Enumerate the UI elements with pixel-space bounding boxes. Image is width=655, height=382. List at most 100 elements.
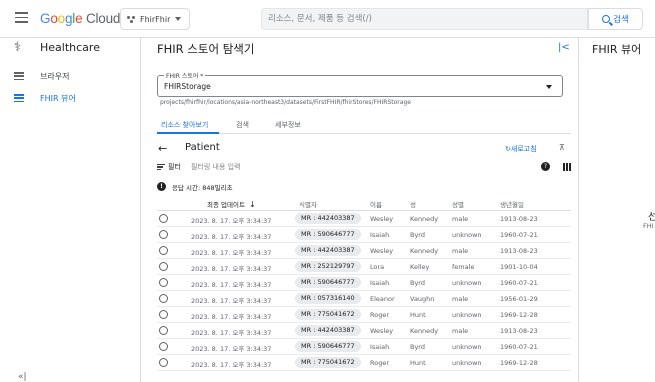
cell-birth-date: 1960-07-21 (500, 343, 538, 351)
fhir-viewer-panel: FHIR 뷰어 선 FHI (578, 38, 655, 382)
cell-last-name: Kelley (410, 263, 430, 271)
cell-last-updated: 2023. 8. 17. 오후 3:34:37 (191, 345, 272, 353)
cell-first-name: Wesley (370, 215, 394, 223)
row-radio[interactable] (159, 358, 168, 367)
row-radio[interactable] (159, 230, 168, 239)
cell-gender: unknown (452, 359, 482, 367)
search-button-label: 검색 (613, 15, 629, 25)
tab-indicator (157, 132, 219, 134)
row-radio[interactable] (159, 262, 168, 271)
cell-birth-date: 1969-12-28 (500, 311, 538, 319)
cell-gender: unknown (452, 343, 482, 351)
pin-icon[interactable]: ⊼ (559, 143, 565, 152)
nav-item-browser[interactable]: 브라우저 (0, 70, 141, 86)
cell-first-name: Isaiah (370, 231, 390, 239)
fhir-store-select[interactable]: FHIR 스토어 * FHIRStorage (157, 71, 563, 97)
tab-search[interactable]: 검색 (236, 120, 249, 130)
filter-icon (157, 164, 165, 170)
viewer-select-text: 선 (648, 212, 655, 223)
cell-birth-date: 1901-10-04 (500, 263, 538, 271)
cell-last-updated: 2023. 8. 17. 오후 3:34:37 (191, 265, 272, 273)
cell-last-name: Byrd (410, 279, 425, 287)
row-radio[interactable] (159, 310, 168, 319)
table-row[interactable]: 2023. 8. 17. 오후 3:34:37 MR : 057316140 Ele… (157, 291, 571, 307)
cell-last-name: Kennedy (410, 327, 439, 335)
project-selector[interactable]: FhirFhir (120, 8, 190, 30)
cell-birth-date: 1913-08-23 (500, 327, 538, 335)
cell-last-name: Byrd (410, 231, 425, 239)
fhir-store-label: FHIR 스토어 * (164, 71, 206, 80)
nav-item-fhir-viewer[interactable]: FHIR 뷰어 (0, 92, 141, 108)
cell-first-name: Roger (370, 311, 389, 319)
cell-birth-date: 1913-08-23 (500, 247, 538, 255)
cell-gender: male (452, 247, 469, 255)
nav-title: Healthcare (40, 41, 100, 54)
tab-details[interactable]: 세부정보 (275, 120, 301, 130)
cell-last-name: Kennedy (410, 215, 439, 223)
cell-first-name: Roger (370, 359, 389, 367)
table-row[interactable]: 2023. 8. 17. 오후 3:34:37 MR : 590646777 Isa… (157, 339, 571, 355)
search-input[interactable]: 리소스, 문서, 제품 등 검색(/) (261, 8, 588, 30)
row-radio[interactable] (159, 246, 168, 255)
cell-birth-date: 1960-07-21 (500, 279, 538, 287)
table-row[interactable]: 2023. 8. 17. 오후 3:34:37 MR : 252129797 Lor… (157, 259, 571, 275)
cell-identifier: MR : 442403387 (295, 213, 361, 224)
refresh-button[interactable]: ↻새로고침 (505, 144, 537, 154)
cell-first-name: Eleanor (370, 295, 395, 303)
row-radio[interactable] (159, 326, 168, 335)
col-identifier[interactable]: 식별자 (299, 199, 317, 209)
table-row[interactable]: 2023. 8. 17. 오후 3:34:37 MR : 775041672 Rog… (157, 355, 571, 371)
cell-identifier: MR : 590646777 (295, 229, 361, 240)
search-button[interactable]: 검색 (588, 8, 643, 30)
viewer-title: FHIR 뷰어 (592, 43, 642, 56)
col-last-name[interactable]: 성 (410, 199, 416, 209)
refresh-label: 새로고침 (510, 145, 537, 153)
tab-browse-resources[interactable]: 리소스 찾아보기 (161, 120, 208, 130)
table-row[interactable]: 2023. 8. 17. 오후 3:34:37 MR : 590646777 Isa… (157, 227, 571, 243)
collapse-nav-button[interactable]: «| (18, 372, 27, 382)
left-nav: ⚕ Healthcare 브라우저 FHIR 뷰어 «| (0, 38, 141, 382)
cell-birth-date: 1960-07-21 (500, 231, 538, 239)
table-row[interactable]: 2023. 8. 17. 오후 3:34:37 MR : 775041672 Rog… (157, 307, 571, 323)
col-birth-date[interactable]: 생년월일 (500, 199, 524, 209)
cell-last-updated: 2023. 8. 17. 오후 3:34:37 (191, 281, 272, 289)
tab-bar: 리소스 찾아보기 검색 세부정보 (157, 114, 571, 134)
cell-gender: female (452, 263, 475, 271)
cell-gender: unknown (452, 311, 482, 319)
row-radio[interactable] (159, 278, 168, 287)
table-row[interactable]: 2023. 8. 17. 오후 3:34:37 MR : 442403387 Wes… (157, 323, 571, 339)
menu-icon[interactable] (15, 12, 28, 23)
cell-first-name: Wesley (370, 327, 394, 335)
cell-last-updated: 2023. 8. 17. 오후 3:34:37 (191, 329, 272, 337)
back-arrow-icon[interactable]: ← (158, 142, 167, 155)
google-cloud-logo[interactable]: Google Cloud (40, 11, 120, 26)
search-icon (602, 15, 611, 23)
filter-input[interactable]: 필터링 내용 입력 (191, 162, 241, 172)
cell-last-updated: 2023. 8. 17. 오후 3:34:37 (191, 217, 272, 225)
row-radio[interactable] (159, 214, 168, 223)
cell-first-name: Wesley (370, 247, 394, 255)
table-row[interactable]: 2023. 8. 17. 오후 3:34:37 MR : 590646777 Isa… (157, 275, 571, 291)
nav-item-label: FHIR 뷰어 (40, 94, 76, 103)
resource-table: 최종 업데이트 ↓ 식별자 이름 성 성별 생년월일 2023. 8. 17. 오… (157, 195, 571, 371)
cell-identifier: MR : 775041672 (295, 357, 361, 368)
cell-last-updated: 2023. 8. 17. 오후 3:34:37 (191, 361, 272, 369)
table-row[interactable]: 2023. 8. 17. 오후 3:34:37 MR : 442403387 Wes… (157, 211, 571, 227)
cell-gender: unknown (452, 231, 482, 239)
cell-birth-date: 1969-12-28 (500, 359, 538, 367)
table-row[interactable]: 2023. 8. 17. 오후 3:34:37 MR : 442403387 Wes… (157, 243, 571, 259)
col-last-updated[interactable]: 최종 업데이트 ↓ (207, 199, 256, 209)
cell-last-name: Byrd (410, 343, 425, 351)
row-radio[interactable] (159, 294, 168, 303)
columns-icon[interactable] (563, 163, 571, 171)
row-radio[interactable] (159, 342, 168, 351)
table-body: 2023. 8. 17. 오후 3:34:37 MR : 442403387 Wes… (157, 211, 571, 371)
cell-birth-date: 1913-08-23 (500, 215, 538, 223)
collapse-icon[interactable]: |< (558, 42, 570, 53)
col-gender[interactable]: 성별 (452, 199, 464, 209)
viewer-sub-text: FHI (643, 222, 654, 230)
cell-identifier: MR : 590646777 (295, 341, 361, 352)
col-first-name[interactable]: 이름 (370, 199, 382, 209)
page-title: FHIR 스토어 탐색기 (157, 42, 255, 56)
help-icon[interactable]: ? (541, 162, 550, 171)
